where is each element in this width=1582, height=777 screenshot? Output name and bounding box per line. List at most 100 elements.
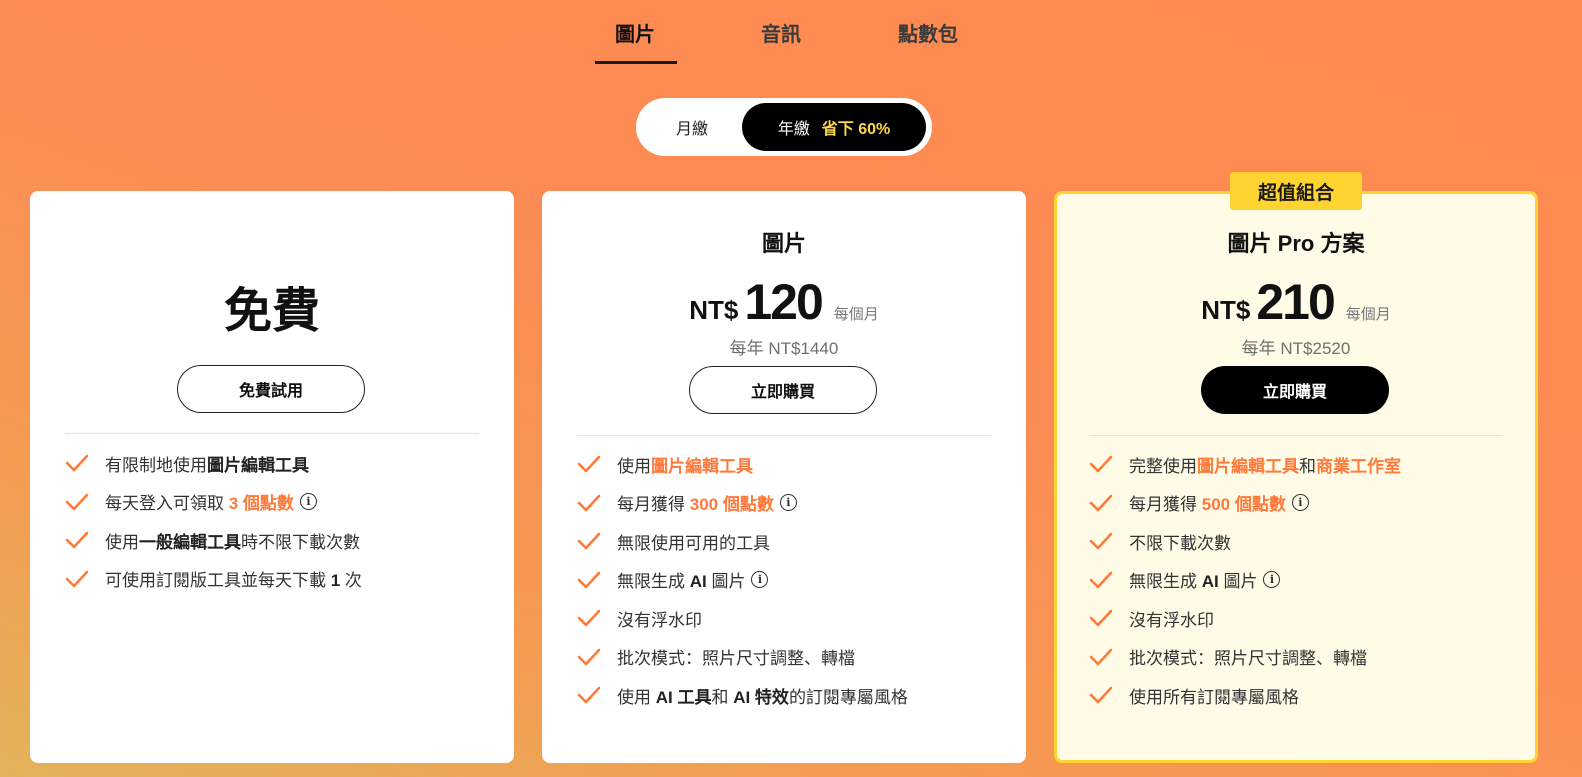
feature-text: 無限生成 [617, 572, 690, 592]
feature-text: 次 [340, 571, 362, 591]
check-icon [577, 648, 601, 666]
feature-item: 無限生成 AI 圖片 i [1089, 561, 1401, 600]
currency: NT$ [1201, 295, 1251, 325]
feature-emphasis: 1 [330, 571, 341, 591]
billing-toggle: 月繳 年繳 省下 60% [636, 98, 932, 156]
buy-now-button[interactable]: 立即購買 [1201, 366, 1389, 414]
feature-item: 每天登入可領取 3 個點數 i [65, 483, 362, 522]
feature-text: 批次模式：照片尺寸調整、轉檔 [1129, 649, 1367, 669]
buy-now-button[interactable]: 立即購買 [689, 366, 877, 414]
feature-text: 使用所有訂閱專屬風格 [1129, 687, 1299, 707]
feature-item: 沒有浮水印 [1089, 599, 1401, 638]
button-label: 免費試用 [238, 383, 303, 400]
feature-item: 使用所有訂閱專屬風格 [1089, 676, 1401, 715]
feature-list: 使用圖片編輯工具 每月獲得 300 個點數 i 無限使用可用的工具 無限生成 A… [577, 445, 908, 715]
category-tabs: 圖片 音訊 點數包 [0, 0, 1582, 64]
feature-text: 使用 [617, 456, 651, 476]
feature-text: 每月獲得 [617, 495, 690, 515]
feature-text: 和 [711, 687, 734, 707]
button-label: 立即購買 [1262, 384, 1327, 401]
yearly-price: 每年 NT$2520 [1241, 339, 1351, 358]
feature-text: 使用 [105, 532, 139, 552]
feature-emphasis: 一般編輯工具 [139, 532, 241, 552]
tab-audio[interactable]: 音訊 [758, 18, 804, 47]
plan-card-pro: 圖片 Pro 方案 NT$ 210 每個月 每年 NT$2520 立即購買 完整… [1054, 191, 1538, 763]
check-icon [1089, 455, 1113, 473]
feature-text: 使用 [617, 687, 656, 707]
check-icon [1089, 648, 1113, 666]
check-icon [577, 532, 601, 550]
plan-card-image: 圖片 NT$ 120 每個月 每年 NT$1440 立即購買 使用圖片編輯工具 … [542, 191, 1026, 763]
currency: NT$ [689, 295, 739, 325]
info-icon[interactable]: i [1263, 571, 1281, 589]
feature-highlight: 300 個點數 [689, 495, 774, 515]
check-icon [1089, 532, 1113, 550]
feature-highlight: 圖片編輯工具 [1197, 456, 1299, 476]
free-trial-button[interactable]: 免費試用 [177, 365, 365, 413]
monthly-option[interactable]: 月繳 [642, 103, 742, 151]
best-value-badge: 超值組合 [1230, 172, 1362, 210]
save-badge: 省下 60% [821, 121, 891, 138]
divider [1089, 435, 1503, 436]
feature-text: 不限下載次數 [1129, 533, 1231, 553]
check-icon [65, 493, 89, 511]
plan-card-free: 免費 免費試用 有限制地使用圖片編輯工具 每天登入可領取 3 個點數 i 使用一… [30, 191, 514, 763]
active-tab-indicator [595, 61, 677, 64]
yearly-label: 年繳 [777, 121, 810, 138]
feature-item: 完整使用圖片編輯工具和商業工作室 [1089, 445, 1401, 484]
feature-text: 圖片 [1218, 572, 1258, 592]
price-period: 每個月 [833, 306, 879, 323]
feature-emphasis: AI [689, 572, 707, 592]
info-icon[interactable]: i [779, 494, 797, 512]
feature-item: 不限下載次數 [1089, 522, 1401, 561]
plan-title: 圖片 Pro 方案 [1227, 231, 1365, 256]
feature-item: 無限生成 AI 圖片 i [577, 561, 908, 600]
feature-item: 每月獲得 300 個點數 i [577, 484, 908, 523]
check-icon [577, 494, 601, 512]
tab-credit-packs[interactable]: 點數包 [894, 18, 962, 47]
feature-text: 每月獲得 [1129, 495, 1202, 515]
feature-text: 可使用訂閱版工具並每天下載 [105, 571, 331, 591]
feature-item: 可使用訂閱版工具並每天下載 1 次 [65, 560, 362, 599]
feature-item: 使用圖片編輯工具 [577, 445, 908, 484]
price-amount: 120 [744, 274, 823, 330]
feature-item: 批次模式：照片尺寸調整、轉檔 [1089, 638, 1401, 677]
feature-text: 的訂閱專屬風格 [788, 687, 908, 707]
feature-emphasis: AI 特效 [733, 687, 789, 707]
feature-text: 和 [1299, 456, 1316, 476]
feature-text: 完整使用 [1129, 456, 1197, 476]
monthly-label: 月繳 [675, 121, 708, 138]
feature-highlight: 商業工作室 [1316, 456, 1401, 476]
feature-text: 圖片 [706, 572, 746, 592]
feature-item: 批次模式：照片尺寸調整、轉檔 [577, 638, 908, 677]
tab-image[interactable]: 圖片 [612, 18, 658, 47]
info-icon[interactable]: i [1291, 494, 1309, 512]
feature-emphasis: AI [1201, 572, 1219, 592]
check-icon [1089, 686, 1113, 704]
check-icon [577, 571, 601, 589]
button-label: 立即購買 [750, 384, 815, 401]
check-icon [577, 609, 601, 627]
price: NT$ 210 每個月 [1057, 273, 1535, 331]
feature-text: 沒有浮水印 [1129, 610, 1214, 630]
check-icon [577, 686, 601, 704]
feature-emphasis: 圖片編輯工具 [207, 455, 309, 475]
feature-text: 有限制地使用 [105, 455, 207, 475]
feature-item: 無限使用可用的工具 [577, 522, 908, 561]
info-icon[interactable]: i [299, 493, 317, 511]
feature-highlight: 圖片編輯工具 [651, 456, 753, 476]
feature-list: 有限制地使用圖片編輯工具 每天登入可領取 3 個點數 i 使用一般編輯工具時不限… [65, 444, 362, 598]
divider [577, 435, 991, 436]
yearly-option[interactable]: 年繳 省下 60% [742, 103, 926, 151]
check-icon [577, 455, 601, 473]
feature-item: 有限制地使用圖片編輯工具 [65, 444, 362, 483]
check-icon [1089, 609, 1113, 627]
plan-title: 圖片 [761, 231, 806, 256]
feature-item: 每月獲得 500 個點數 i [1089, 484, 1401, 523]
plan-title: 免費 [223, 285, 320, 338]
feature-list: 完整使用圖片編輯工具和商業工作室 每月獲得 500 個點數 i 不限下載次數 無… [1089, 445, 1401, 715]
check-icon [65, 570, 89, 588]
info-icon[interactable]: i [751, 571, 769, 589]
feature-text: 沒有浮水印 [617, 610, 702, 630]
check-icon [65, 454, 89, 472]
